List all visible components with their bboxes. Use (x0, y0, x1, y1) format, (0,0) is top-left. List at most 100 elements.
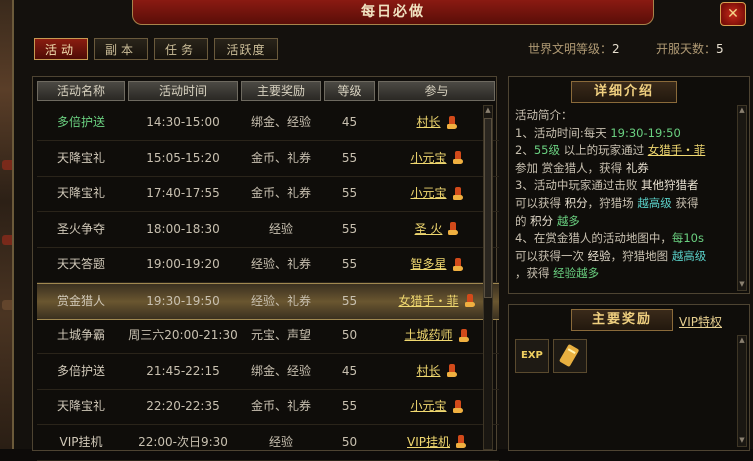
scroll-up-arrow-icon[interactable]: ▲ (738, 106, 746, 114)
table-row[interactable]: 多倍护送 21:45-22:15 绑金、经验 45 村长 (37, 354, 499, 390)
cell-time: 22:20-22:35 (146, 399, 220, 413)
cell-name: 多倍护送 (56, 363, 105, 378)
table-header: 活动名称 活动时间 主要奖励 等级 参与 (37, 81, 509, 101)
teleport-shoe-icon[interactable] (452, 257, 463, 272)
table-scroll-thumb[interactable] (484, 118, 492, 298)
teleport-shoe-icon[interactable] (452, 399, 463, 414)
cell-time: 19:00-19:20 (146, 257, 220, 271)
rewards-title: 主要奖励 (571, 309, 673, 331)
cell-time: 周三六20:00-21:30 (128, 328, 238, 342)
cell-name: 天降宝礼 (56, 186, 105, 200)
teleport-shoe-icon[interactable] (446, 115, 457, 130)
exp-label: EXP (521, 350, 543, 361)
teleport-shoe-icon[interactable] (448, 222, 459, 236)
cell-time: 21:45-22:15 (146, 363, 220, 378)
table-row[interactable]: VIP挂机 22:00-次日9:30 经验 50 VIP挂机 (37, 425, 499, 461)
cell-level: 45 (341, 115, 358, 129)
col-header-level: 等级 (324, 81, 375, 101)
npc-link[interactable]: 小元宝 (410, 399, 446, 413)
cell-reward: 金币、礼券 (250, 150, 311, 165)
join-cell: 村长 (378, 354, 495, 389)
teleport-shoe-icon[interactable] (464, 294, 475, 308)
teleport-shoe-icon[interactable] (452, 186, 463, 201)
tab-liveness[interactable]: 活跃度 (214, 38, 278, 60)
join-cell: 圣 火 (378, 212, 495, 247)
table-row[interactable]: 土城争霸 周三六20:00-21:30 元宝、声望 50 土城药师 (37, 318, 499, 354)
join-cell: 土城药师 (378, 318, 495, 353)
cell-time: 15:05-15:20 (146, 150, 220, 165)
npc-link[interactable]: 小元宝 (410, 151, 446, 165)
table-row[interactable]: 天天答题 19:00-19:20 经验、礼券 55 智多星 (37, 247, 499, 283)
npc-link[interactable]: 土城药师 (404, 328, 452, 342)
cell-level: 55 (341, 293, 358, 308)
npc-link[interactable]: 女猎手・菲 (398, 294, 458, 308)
cell-reward: 经验、礼券 (250, 257, 311, 271)
detail-scrollbar[interactable]: ▲ ▼ (737, 105, 747, 291)
rewards-panel: 主要奖励 VIP特权 EXP ▲ ▼ (508, 304, 750, 451)
detail-description: 活动简介： 1、活动时间:每天 19:30-19:50 2、55级 以上的玩家通… (515, 108, 707, 281)
tab-quest[interactable]: 任务 (154, 38, 208, 60)
world-civ-level: 世界文明等级：2 (528, 42, 620, 56)
join-cell: 女猎手・菲 (378, 284, 495, 319)
cell-level: 45 (341, 363, 358, 378)
cell-level: 55 (341, 221, 358, 236)
table-row[interactable]: 天降宝礼 15:05-15:20 金币、礼券 55 小元宝 (37, 141, 499, 177)
teleport-shoe-icon[interactable] (446, 364, 457, 378)
cell-name: 天天答题 (56, 257, 105, 271)
exp-item-icon[interactable]: EXP (515, 339, 549, 373)
cell-time: 22:00-次日9:30 (138, 434, 228, 449)
col-header-join: 参与 (378, 81, 495, 101)
cell-reward: 金币、礼券 (250, 399, 311, 413)
npc-link[interactable]: 村长 (416, 364, 440, 378)
cell-name: VIP挂机 (59, 434, 103, 449)
window-title: 每日必做 (361, 4, 425, 20)
join-cell: 小元宝 (378, 141, 495, 176)
table-scrollbar[interactable]: ▲ (483, 105, 493, 450)
teleport-shoe-icon[interactable] (458, 328, 469, 343)
server-days: 开服天数：5 (656, 42, 724, 56)
npc-link[interactable]: 小元宝 (410, 186, 446, 200)
rewards-scrollbar[interactable]: ▲ ▼ (737, 335, 747, 447)
npc-link[interactable]: 女猎手・菲 (648, 143, 706, 157)
gold-ticket-icon[interactable] (553, 339, 587, 373)
npc-link[interactable]: VIP挂机 (407, 435, 450, 449)
cell-level: 50 (341, 434, 358, 449)
close-button[interactable]: ✕ (720, 2, 746, 26)
teleport-shoe-icon[interactable] (456, 435, 466, 449)
col-header-name: 活动名称 (37, 81, 125, 101)
cell-time: 17:40-17:55 (146, 186, 220, 200)
table-row[interactable]: 天降宝礼 17:40-17:55 金币、礼券 55 小元宝 (37, 176, 499, 212)
table-row[interactable]: 赏金猎人 19:30-19:50 经验、礼券 55 女猎手・菲 (37, 282, 499, 320)
vip-privilege-link[interactable]: VIP特权 (679, 313, 722, 330)
close-icon: ✕ (727, 6, 739, 22)
npc-link[interactable]: 圣 火 (415, 222, 443, 236)
cell-name: 赏金猎人 (56, 293, 105, 308)
tab-activity[interactable]: 活动 (34, 38, 88, 60)
table-row[interactable]: 圣火争夺 18:00-18:30 经验 55 圣 火 (37, 212, 499, 248)
table-row[interactable]: 天降宝礼 22:20-22:35 金币、礼券 55 小元宝 (37, 389, 499, 425)
tab-dungeon[interactable]: 副本 (94, 38, 148, 60)
join-cell: 智多星 (378, 247, 495, 282)
join-cell: 小元宝 (378, 176, 495, 211)
cell-time: 18:00-18:30 (146, 221, 220, 236)
cell-time: 14:30-15:00 (146, 115, 220, 129)
npc-link[interactable]: 村长 (416, 115, 440, 129)
table-row[interactable]: 多倍护送 14:30-15:00 绑金、经验 45 村长 (37, 105, 499, 141)
scroll-down-arrow-icon[interactable]: ▼ (738, 436, 746, 444)
npc-link[interactable]: 智多星 (410, 257, 446, 271)
cell-level: 55 (341, 150, 358, 165)
join-cell: 村长 (378, 105, 495, 140)
daily-window: 每日必做 ✕ 活动 副本 任务 活跃度 世界文明等级：2 开服天数：5 活动名称… (12, 0, 753, 461)
cell-name: 多倍护送 (56, 115, 105, 129)
cell-level: 55 (341, 186, 358, 200)
cell-reward: 经验 (268, 434, 293, 449)
scroll-up-arrow-icon[interactable]: ▲ (484, 106, 492, 114)
cell-level: 55 (341, 399, 358, 413)
cell-name: 天降宝礼 (56, 150, 105, 165)
scroll-down-arrow-icon[interactable]: ▼ (738, 280, 746, 288)
activity-table-panel: 活动名称 活动时间 主要奖励 等级 参与 多倍护送 14:30-15:00 绑金、经… (32, 76, 499, 461)
cell-time: 19:30-19:50 (146, 293, 220, 308)
detail-panel: 详细介绍 活动简介： 1、活动时间:每天 19:30-19:50 2、55级 以… (508, 76, 750, 294)
teleport-shoe-icon[interactable] (452, 151, 463, 165)
scroll-up-arrow-icon[interactable]: ▲ (738, 336, 746, 344)
